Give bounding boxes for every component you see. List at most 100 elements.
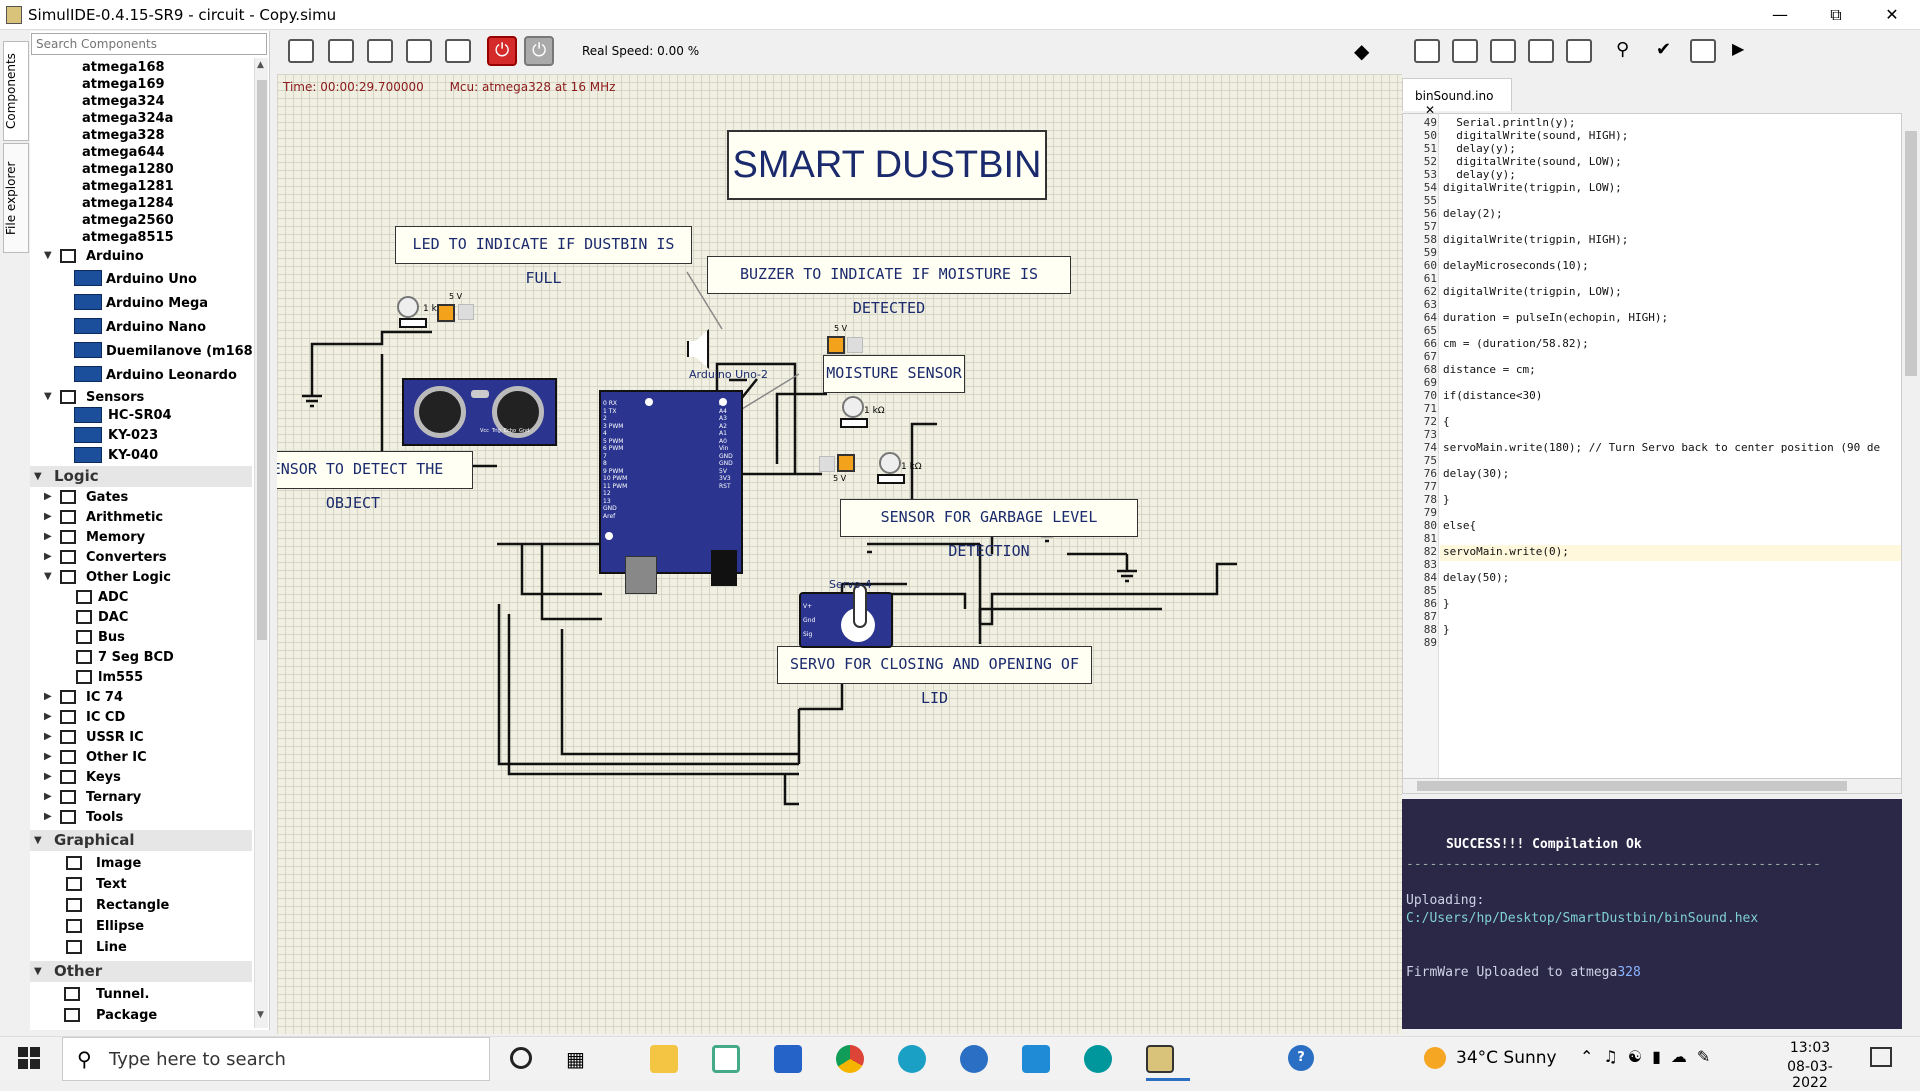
- save-as-icon[interactable]: [406, 39, 432, 63]
- simulide-icon[interactable]: [1146, 1045, 1174, 1073]
- tree-item-logic[interactable]: Other Logic: [86, 570, 171, 585]
- arduino-collapse-icon[interactable]: ▼: [44, 250, 52, 261]
- edge-dev-icon[interactable]: [960, 1045, 988, 1073]
- circuit-canvas[interactable]: Time: 00:00:29.700000 Mcu: atmega328 at …: [277, 74, 1402, 1034]
- code-line[interactable]: digitalWrite(trigpin, HIGH);: [1443, 233, 1628, 246]
- close-file-icon[interactable]: [1566, 39, 1592, 63]
- tree-item-graphical[interactable]: Rectangle: [96, 898, 169, 913]
- garbage-pot[interactable]: [877, 474, 905, 484]
- minimize-button[interactable]: —: [1752, 0, 1808, 30]
- expand-icon[interactable]: ▶: [44, 791, 52, 802]
- tree-item-atmega644[interactable]: atmega644: [82, 145, 165, 160]
- category-logic[interactable]: Logic: [30, 466, 252, 487]
- code-line[interactable]: if(distance<30): [1443, 389, 1542, 402]
- smart-dustbin-title[interactable]: SMART DUSTBIN: [727, 130, 1047, 200]
- expand-icon[interactable]: ▶: [44, 811, 52, 822]
- code-line[interactable]: servoMain.write(0);: [1443, 545, 1569, 558]
- label-garbage-sensor[interactable]: SENSOR FOR GARBAGE LEVEL DETECTION: [840, 499, 1138, 560]
- expand-icon[interactable]: ▶: [44, 491, 52, 502]
- expand-icon[interactable]: ▶: [44, 691, 52, 702]
- tree-item-atmega1284[interactable]: atmega1284: [82, 196, 174, 211]
- tree-item-other-logic[interactable]: DAC: [98, 610, 128, 625]
- code-line[interactable]: }: [1443, 623, 1450, 636]
- code-line[interactable]: distance = cm;: [1443, 363, 1536, 376]
- export-icon[interactable]: [445, 39, 471, 63]
- pause-button[interactable]: ⏻: [524, 36, 554, 66]
- tree-item-graphical[interactable]: Ellipse: [96, 919, 144, 934]
- tree-item-atmega1281[interactable]: atmega1281: [82, 179, 174, 194]
- file-explorer-icon[interactable]: [650, 1045, 678, 1073]
- switch-toggle[interactable]: [819, 456, 835, 472]
- clock-time[interactable]: 13:03: [1770, 1040, 1850, 1056]
- code-line[interactable]: digitalWrite(sound, HIGH);: [1443, 129, 1628, 142]
- arduino-ide-icon[interactable]: [1084, 1045, 1112, 1073]
- tree-item-atmega2560[interactable]: atmega2560: [82, 213, 174, 228]
- tab-binsound[interactable]: binSound.ino ✕: [1402, 78, 1512, 117]
- code-line[interactable]: delay(2);: [1443, 207, 1503, 220]
- code-line[interactable]: duration = pulseIn(echopin, HIGH);: [1443, 311, 1668, 324]
- hc-sr04-sensor[interactable]: Vcc Trig Echo Gnd: [402, 378, 557, 446]
- new-file-icon[interactable]: [1414, 39, 1440, 63]
- expand-icon[interactable]: ▼: [44, 571, 52, 582]
- code-line[interactable]: cm = (duration/58.82);: [1443, 337, 1589, 350]
- tree-item-graphical[interactable]: Text: [96, 877, 127, 892]
- tree-item-logic[interactable]: Gates: [86, 490, 128, 505]
- label-servo[interactable]: SERVO FOR CLOSING AND OPENING OF LID: [777, 646, 1092, 707]
- code-line[interactable]: }: [1443, 493, 1450, 506]
- label-buzzer[interactable]: BUZZER TO INDICATE IF MOISTURE IS DETECT…: [707, 256, 1071, 317]
- code-line[interactable]: else{: [1443, 519, 1476, 532]
- code-line[interactable]: digitalWrite(trigpin, LOW);: [1443, 285, 1622, 298]
- tab-file-explorer[interactable]: File explorer: [3, 143, 29, 253]
- moisture-pot-knob[interactable]: [842, 396, 864, 418]
- vscode-icon[interactable]: [1022, 1045, 1050, 1073]
- help-icon[interactable]: ?: [1288, 1045, 1314, 1071]
- tree-item-atmega8515[interactable]: atmega8515: [82, 230, 174, 245]
- open-circuit-icon[interactable]: [328, 39, 354, 63]
- label-led[interactable]: LED TO INDICATE IF DUSTBIN IS FULL: [395, 226, 692, 287]
- tree-item-other-logic[interactable]: 7 Seg BCD: [98, 650, 174, 665]
- category-graphical[interactable]: Graphical: [30, 830, 252, 851]
- tree-item-atmega324[interactable]: atmega324: [82, 94, 165, 109]
- weather-text[interactable]: 34°C Sunny: [1456, 1048, 1557, 1068]
- close-button[interactable]: ✕: [1864, 0, 1920, 30]
- graphical-collapse-icon[interactable]: ▼: [34, 835, 42, 846]
- tree-item-other[interactable]: Tunnel.: [96, 987, 149, 1002]
- tree-item-sensor[interactable]: KY-040: [108, 448, 158, 463]
- tree-item-other-logic[interactable]: ADC: [98, 590, 128, 605]
- expand-icon[interactable]: ▶: [44, 711, 52, 722]
- tree-item-atmega324a[interactable]: atmega324a: [82, 111, 173, 126]
- system-tray-icons[interactable]: ⌃♫☯▮☁✎: [1580, 1047, 1720, 1066]
- windows-start-icon[interactable]: [18, 1047, 40, 1069]
- console-scrollbar[interactable]: [1902, 799, 1920, 1029]
- arduino-uno-board[interactable]: 0 RX 1 TX 2 3 PWM 4 5 PWM 6 PWM 7 8 9 PWM 10 PWM 11…: [599, 390, 743, 594]
- switch-toggle[interactable]: [458, 304, 474, 320]
- switch-toggle[interactable]: [847, 337, 863, 353]
- cortana-icon[interactable]: [510, 1047, 532, 1069]
- task-view-icon[interactable]: ▦: [566, 1047, 585, 1071]
- tree-item-graphical[interactable]: Line: [96, 940, 127, 955]
- save-file-icon[interactable]: [1490, 39, 1516, 63]
- store-icon[interactable]: [774, 1045, 802, 1073]
- potentiometer-object[interactable]: [399, 318, 427, 328]
- potentiometer-knob[interactable]: [397, 296, 419, 318]
- expand-icon[interactable]: ▶: [44, 551, 52, 562]
- tree-item-arduino[interactable]: Arduino Nano: [106, 320, 206, 335]
- tree-item-atmega168[interactable]: atmega168: [82, 60, 165, 75]
- scroll-up-icon[interactable]: ▲: [257, 60, 267, 74]
- moisture-pot[interactable]: [840, 418, 868, 428]
- label-object-sensor[interactable]: SENSOR TO DETECT THE OBJECT: [277, 451, 473, 512]
- upload-icon[interactable]: [1690, 39, 1716, 63]
- tree-item-graphical[interactable]: Image: [96, 856, 141, 871]
- notifications-icon[interactable]: [1870, 1047, 1892, 1067]
- code-line[interactable]: delay(y);: [1443, 142, 1516, 155]
- tree-item-logic[interactable]: Arithmetic: [86, 510, 163, 525]
- switch-led-sensor[interactable]: [437, 304, 455, 322]
- tree-item-atmega328[interactable]: atmega328: [82, 128, 165, 143]
- tree-item-other[interactable]: Package: [96, 1008, 157, 1023]
- label-moisture[interactable]: MOISTURE SENSOR: [823, 355, 965, 393]
- run-icon[interactable]: ▶: [1732, 39, 1744, 58]
- tree-item-other-logic[interactable]: lm555: [98, 670, 143, 685]
- tree-item-sensor[interactable]: HC-SR04: [108, 408, 172, 423]
- search-components-input[interactable]: [31, 33, 267, 55]
- servo-motor[interactable]: V+ Gnd Sig: [799, 584, 893, 648]
